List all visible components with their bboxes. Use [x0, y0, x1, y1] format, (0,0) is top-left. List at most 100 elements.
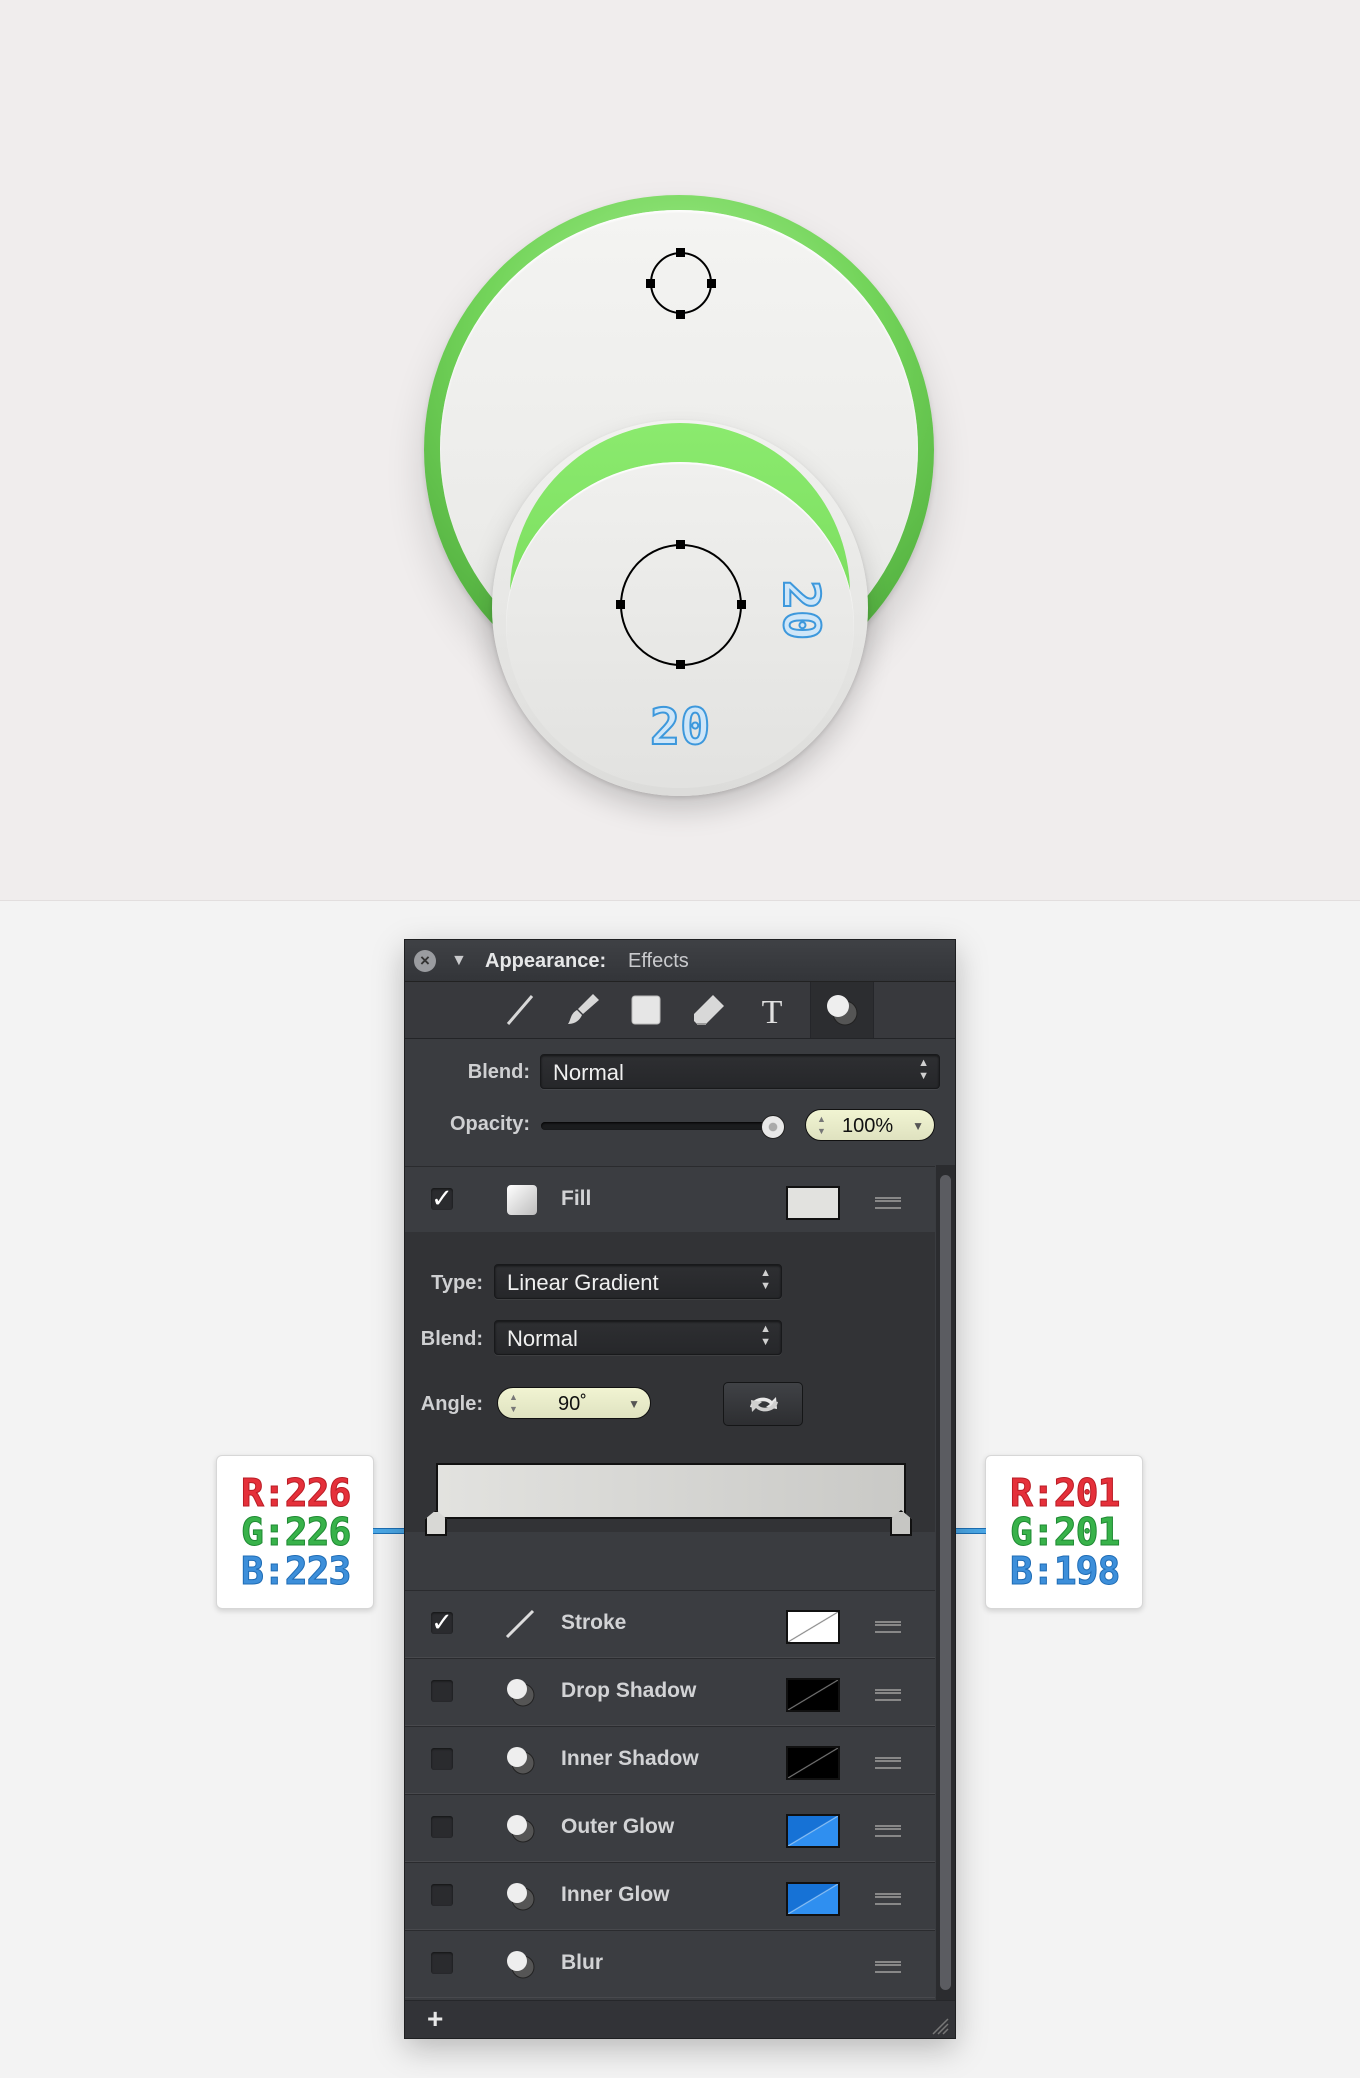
opacity-field[interactable]: ▲ ▼ 100% ▼	[805, 1109, 935, 1141]
drop-shadow-color-swatch[interactable]	[786, 1678, 840, 1712]
drag-handle-icon[interactable]	[875, 1961, 901, 1973]
inner-shadow-color-swatch[interactable]	[786, 1746, 840, 1780]
add-effect-button[interactable]: +	[427, 2003, 443, 2035]
eraser-icon[interactable]	[689, 990, 729, 1030]
chevron-down-icon[interactable]: ▼	[912, 1110, 924, 1142]
effect-row-inner-shadow[interactable]: Inner Shadow	[405, 1726, 935, 1794]
panel-title: Appearance:	[485, 950, 607, 972]
blend-label: Blend:	[467, 1061, 530, 1083]
panel-subtitle: Effects	[628, 950, 689, 972]
anchor-point[interactable]	[707, 279, 716, 288]
blue-value: B:198	[1009, 1549, 1120, 1593]
opacity-slider[interactable]	[541, 1122, 781, 1130]
anchor-point[interactable]	[616, 600, 625, 609]
small-selection-ellipse[interactable]	[650, 252, 712, 314]
line-icon[interactable]	[500, 990, 540, 1030]
fill-blend-value: Normal	[507, 1326, 578, 1351]
drag-handle-icon[interactable]	[875, 1621, 901, 1633]
blend-select[interactable]: Normal ▲ ▼	[540, 1054, 940, 1089]
effects-icon	[507, 1951, 535, 1979]
outer-glow-color-swatch[interactable]	[786, 1814, 840, 1848]
effect-row-blur[interactable]: Blur	[405, 1930, 935, 1998]
outer-glow-checkbox[interactable]	[431, 1816, 453, 1838]
effects-icon	[507, 1815, 535, 1843]
green-value: G:201	[1009, 1510, 1120, 1554]
color-callout-right: R:201 G:201 B:198	[985, 1455, 1143, 1609]
effect-row-inner-glow[interactable]: Inner Glow	[405, 1862, 935, 1930]
blur-checkbox[interactable]	[431, 1952, 453, 1974]
text-icon[interactable]: T	[752, 990, 792, 1031]
square-icon[interactable]	[626, 990, 666, 1030]
line-icon	[505, 1609, 535, 1639]
angle-field[interactable]: ▲ ▼ 90˚ ▼	[497, 1387, 651, 1419]
effect-label: Stroke	[561, 1611, 627, 1634]
stepper-icon[interactable]: ▲ ▼	[817, 1113, 826, 1137]
anchor-point[interactable]	[676, 248, 685, 257]
measurement-label-horizontal: 20	[649, 698, 711, 756]
scrollbar-thumb[interactable]	[940, 1175, 951, 1990]
selection-ellipse[interactable]	[620, 544, 742, 666]
fill-color-swatch[interactable]	[786, 1186, 840, 1220]
inner-shadow-checkbox[interactable]	[431, 1748, 453, 1770]
svg-text:T: T	[762, 994, 783, 1030]
resize-grip-icon[interactable]	[929, 2015, 949, 2035]
drag-handle-icon[interactable]	[875, 1689, 901, 1701]
effect-row-fill[interactable]: ✓ Fill	[405, 1166, 935, 1234]
stroke-color-swatch[interactable]	[786, 1610, 840, 1644]
measurement-label-vertical: 20	[771, 579, 831, 641]
opacity-value: 100%	[842, 1115, 894, 1137]
opacity-label: Opacity:	[449, 1113, 530, 1135]
stepper-icon: ▲ ▼	[918, 1057, 929, 1082]
effects-icon	[507, 1747, 535, 1775]
type-label: Type:	[431, 1272, 483, 1294]
swap-icon	[750, 1397, 778, 1412]
anchor-point[interactable]	[646, 279, 655, 288]
type-select[interactable]: Linear Gradient ▲ ▼	[494, 1264, 782, 1299]
drag-handle-icon[interactable]	[875, 1197, 901, 1209]
anchor-point[interactable]	[676, 310, 685, 319]
effect-label: Fill	[561, 1187, 592, 1210]
close-icon[interactable]: ×	[414, 950, 436, 972]
drag-handle-icon[interactable]	[875, 1757, 901, 1769]
fill-checkbox[interactable]: ✓	[431, 1185, 453, 1211]
inner-glow-color-swatch[interactable]	[786, 1882, 840, 1916]
opacity-slider-knob[interactable]	[761, 1115, 785, 1139]
red-value: R:201	[1009, 1471, 1120, 1515]
panel-footer: +	[405, 2000, 955, 2038]
effect-label: Outer Glow	[561, 1815, 675, 1838]
swap-gradient-button[interactable]	[723, 1382, 803, 1426]
disclosure-triangle-icon[interactable]: ▼	[451, 952, 467, 970]
stepper-icon[interactable]: ▲ ▼	[509, 1391, 518, 1415]
type-select-value: Linear Gradient	[507, 1270, 659, 1295]
scrollbar[interactable]	[936, 1165, 955, 2038]
anchor-point[interactable]	[737, 600, 746, 609]
effect-row-drop-shadow[interactable]: Drop Shadow	[405, 1658, 935, 1726]
inner-glow-checkbox[interactable]	[431, 1884, 453, 1906]
brush-icon[interactable]	[563, 990, 603, 1030]
stepper-icon: ▲ ▼	[760, 1267, 771, 1292]
drag-handle-icon[interactable]	[875, 1893, 901, 1905]
appearance-panel: × ▼ Appearance: Effects T Blend: Normal …	[405, 940, 955, 2038]
gradient-preview-bar[interactable]	[436, 1463, 906, 1519]
effect-row-stroke[interactable]: ✓ Stroke	[405, 1590, 935, 1658]
fill-square-icon	[507, 1185, 537, 1215]
anchor-point[interactable]	[676, 540, 685, 549]
panel-titlebar[interactable]: × ▼ Appearance: Effects	[405, 940, 955, 982]
drop-shadow-checkbox[interactable]	[431, 1680, 453, 1702]
blend-select-value: Normal	[553, 1060, 624, 1085]
effect-row-outer-glow[interactable]: Outer Glow	[405, 1794, 935, 1862]
effects-icon[interactable]	[810, 982, 874, 1038]
artboard[interactable]: 20 20	[0, 0, 1360, 901]
fill-blend-select[interactable]: Normal ▲ ▼	[494, 1320, 782, 1355]
effects-icon	[507, 1679, 535, 1707]
stepper-icon: ▲ ▼	[760, 1323, 771, 1348]
stroke-checkbox[interactable]: ✓	[431, 1609, 453, 1635]
green-value: G:226	[240, 1510, 351, 1554]
red-value: R:226	[240, 1471, 351, 1515]
effect-label: Inner Glow	[561, 1883, 670, 1906]
effect-label: Drop Shadow	[561, 1679, 697, 1702]
color-callout-left: R:226 G:226 B:223	[216, 1455, 374, 1609]
anchor-point[interactable]	[676, 660, 685, 669]
chevron-down-icon[interactable]: ▼	[628, 1388, 640, 1420]
drag-handle-icon[interactable]	[875, 1825, 901, 1837]
